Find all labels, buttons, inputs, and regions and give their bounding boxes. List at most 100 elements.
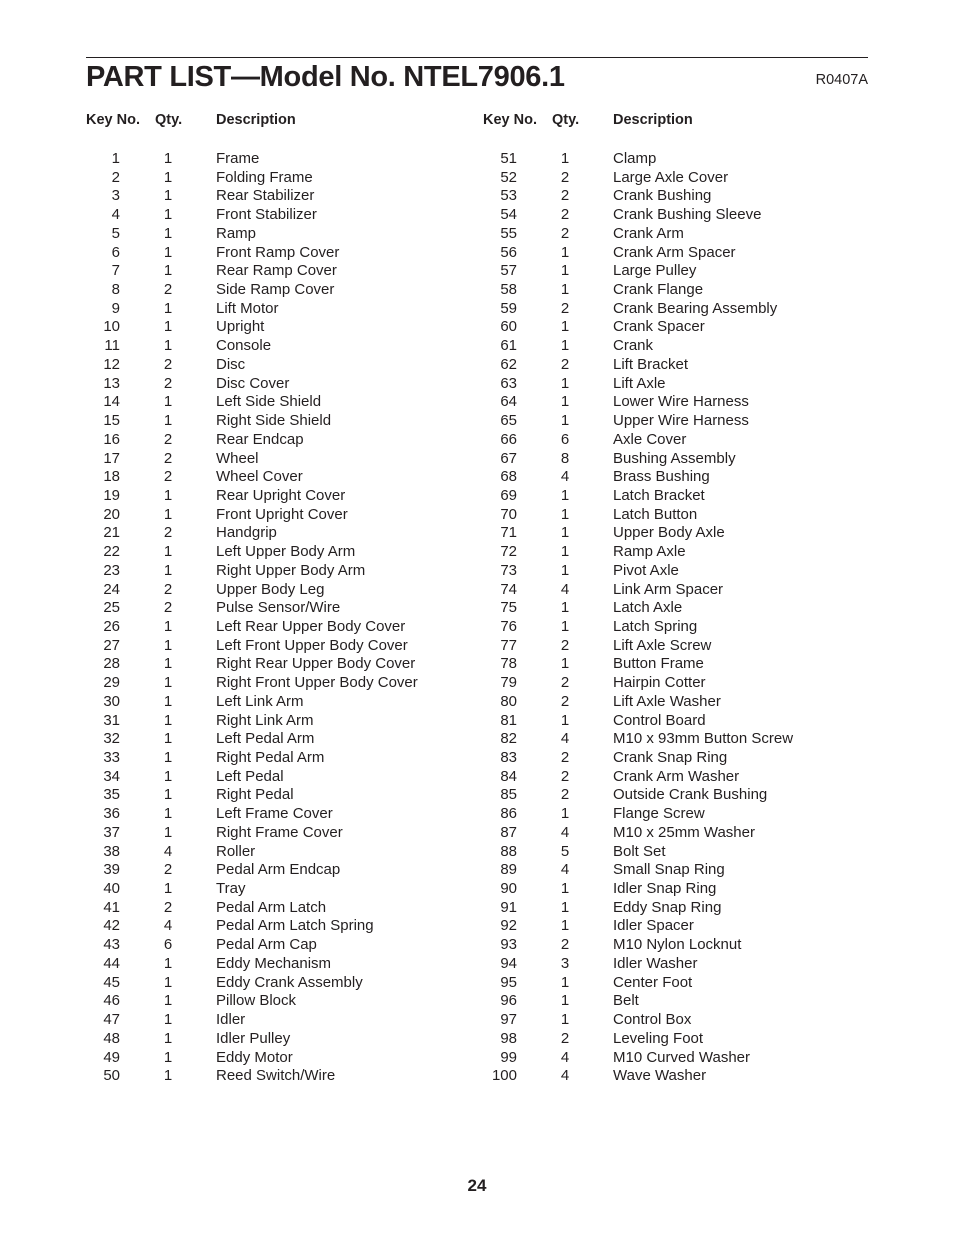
part-key-no: 37	[103, 823, 120, 841]
part-qty: 4	[560, 823, 570, 841]
part-qty: 1	[560, 281, 570, 299]
part-description: Front Upright Cover	[216, 505, 348, 523]
part-row: 18 2 Wheel Cover	[86, 468, 476, 487]
part-key-no: 15	[103, 412, 120, 430]
part-qty: 1	[163, 992, 173, 1010]
part-key-no: 63	[500, 374, 517, 392]
part-qty: 2	[560, 749, 570, 766]
part-key-no: 56	[500, 243, 517, 261]
part-description: Disc	[216, 355, 246, 373]
part-description: Crank Spacer	[613, 318, 705, 336]
part-key-no: 51	[500, 150, 517, 167]
part-description: Eddy Motor	[216, 1048, 293, 1066]
part-description: Flange Screw	[613, 805, 705, 823]
part-qty: 2	[560, 206, 570, 224]
part-key-no: 41	[103, 898, 120, 916]
parts-list-right: 51 1 Clamp 52 2 Large Axle Cover 53 2 Crank Bush…	[483, 150, 873, 1086]
part-row: 26 1 Left Rear Upper Body Cover	[86, 618, 476, 637]
part-description: Large Axle Cover	[613, 168, 729, 186]
part-key-no: 18	[103, 468, 120, 486]
part-row: 29 1 Right Front Upper Body Cover	[86, 674, 476, 693]
part-description: Idler Washer	[613, 954, 698, 972]
part-row: 7 1 Rear Ramp Cover	[86, 262, 476, 281]
part-description: Lift Axle Washer	[613, 692, 721, 710]
part-qty: 2	[163, 449, 173, 467]
part-qty: 2	[560, 299, 570, 317]
part-key-no: 97	[500, 1011, 517, 1029]
part-qty: 1	[163, 692, 173, 710]
part-qty: 1	[163, 486, 173, 504]
part-key-no: 42	[103, 917, 120, 935]
part-description: Control Board	[613, 711, 706, 729]
part-description: M10 x 93mm Button Screw	[613, 730, 794, 748]
part-key-no: 50	[103, 1067, 120, 1085]
part-key-no: 9	[111, 299, 120, 317]
part-key-no: 78	[500, 655, 517, 673]
part-row: 63 1 Lift Axle	[483, 375, 873, 394]
part-description: Button Frame	[613, 655, 704, 673]
part-qty: 1	[560, 711, 570, 729]
part-key-no: 83	[500, 749, 517, 766]
part-description: Latch Axle	[613, 599, 683, 617]
part-description: Frame	[216, 150, 260, 167]
part-row: 53 2 Crank Bushing	[483, 187, 873, 206]
part-key-no: 96	[500, 992, 517, 1010]
part-row: 88 5 Bolt Set	[483, 843, 873, 862]
part-qty: 1	[163, 299, 173, 317]
part-row: 37 1 Right Frame Cover	[86, 824, 476, 843]
part-row: 11 1 Console	[86, 337, 476, 356]
part-key-no: 76	[500, 617, 517, 635]
part-qty: 1	[163, 1011, 173, 1029]
part-qty: 1	[163, 655, 173, 673]
part-key-no: 52	[500, 168, 517, 186]
part-description: Left Side Shield	[216, 393, 322, 411]
part-key-no: 87	[500, 823, 517, 841]
part-row: 81 1 Control Board	[483, 712, 873, 731]
part-description: Wheel Cover	[216, 468, 303, 486]
part-qty: 2	[560, 636, 570, 654]
part-row: 72 1 Ramp Axle	[483, 543, 873, 562]
part-row: 69 1 Latch Bracket	[483, 487, 873, 506]
part-qty: 1	[163, 1048, 173, 1066]
part-qty: 2	[560, 786, 570, 804]
part-key-no: 62	[500, 355, 517, 373]
part-description: Tray	[216, 880, 246, 898]
part-key-no: 12	[103, 355, 120, 373]
part-description: Idler Pulley	[216, 1029, 291, 1047]
part-key-no: 74	[500, 580, 517, 598]
part-qty: 1	[560, 505, 570, 523]
part-description: Idler Snap Ring	[613, 880, 717, 898]
part-key-no: 71	[500, 524, 517, 542]
part-row: 70 1 Latch Button	[483, 506, 873, 525]
part-qty: 1	[560, 243, 570, 261]
part-description: Crank Bearing Assembly	[613, 299, 778, 317]
part-key-no: 29	[103, 674, 120, 692]
part-description: Right Side Shield	[216, 412, 332, 430]
part-key-no: 60	[500, 318, 517, 336]
part-row: 95 1 Center Foot	[483, 974, 873, 993]
part-description: Leveling Foot	[613, 1029, 704, 1047]
part-qty: 4	[560, 1067, 570, 1085]
part-description: Side Ramp Cover	[216, 281, 335, 299]
part-qty: 2	[560, 187, 570, 205]
part-qty: 1	[163, 561, 173, 579]
part-qty: 6	[560, 430, 570, 448]
part-key-no: 20	[103, 505, 120, 523]
part-row: 42 4 Pedal Arm Latch Spring	[86, 917, 476, 936]
part-description: Lift Bracket	[613, 355, 689, 373]
part-description: Clamp	[613, 150, 657, 167]
part-row: 33 1 Right Pedal Arm	[86, 749, 476, 768]
part-description: Lift Motor	[216, 299, 279, 317]
part-key-no: 94	[500, 954, 517, 972]
part-qty: 2	[560, 168, 570, 186]
part-description: Ramp Axle	[613, 543, 686, 561]
part-description: Pedal Arm Cap	[216, 936, 317, 954]
part-row: 16 2 Rear Endcap	[86, 431, 476, 450]
part-key-no: 39	[103, 861, 120, 879]
part-row: 73 1 Pivot Axle	[483, 562, 873, 581]
part-qty: 1	[163, 243, 173, 261]
part-key-no: 80	[500, 692, 517, 710]
part-qty: 5	[560, 842, 570, 860]
part-row: 23 1 Right Upper Body Arm	[86, 562, 476, 581]
part-key-no: 66	[500, 430, 517, 448]
